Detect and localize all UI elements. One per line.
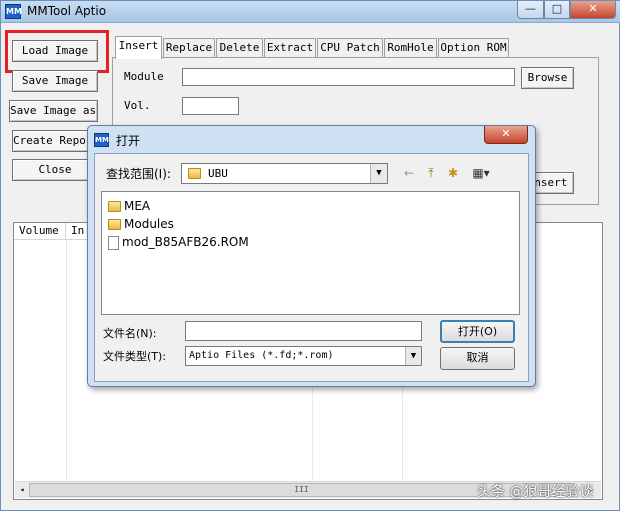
grid-line [66, 240, 67, 481]
folder-icon [108, 201, 121, 212]
file-name: mod_B85AFB26.ROM [122, 235, 249, 249]
tab-cpu-patch[interactable]: CPU Patch [317, 38, 383, 58]
list-item-file[interactable]: mod_B85AFB26.ROM [108, 233, 249, 251]
open-file-dialog: MM 打开 ✕ 查找范围(I): UBU ▼ ← ⤒ ✱ ▦▾ MEA Modu… [87, 125, 536, 387]
filetype-select[interactable]: Aptio Files (*.fd;*.rom) ▼ [185, 346, 422, 366]
volume-field[interactable] [182, 97, 239, 115]
chevron-down-icon[interactable]: ▼ [370, 164, 387, 183]
filename-label: 文件名(N): [103, 327, 157, 340]
load-image-button[interactable]: Load Image [12, 40, 98, 62]
tab-replace[interactable]: Replace [163, 38, 215, 58]
lookin-dropdown[interactable]: UBU ▼ [181, 163, 388, 184]
dialog-body: 查找范围(I): UBU ▼ ← ⤒ ✱ ▦▾ MEA Modules mod_… [94, 153, 529, 382]
folder-icon [108, 219, 121, 230]
vol-label: Vol. [124, 99, 151, 112]
main-window: MM MMTool Aptio — □ ✕ Load Image Save Im… [0, 0, 620, 511]
maximize-button[interactable]: □ [544, 1, 570, 19]
filetype-value: Aptio Files (*.fd;*.rom) [189, 350, 334, 361]
app-icon: MM [5, 4, 22, 19]
chevron-down-icon[interactable]: ▼ [405, 347, 421, 365]
dialog-close-button[interactable]: ✕ [484, 126, 528, 144]
tab-insert[interactable]: Insert [115, 36, 162, 59]
file-name: Modules [124, 217, 174, 231]
cancel-button[interactable]: 取消 [440, 347, 515, 370]
tab-romhole[interactable]: RomHole [384, 38, 437, 58]
list-item-folder[interactable]: MEA [108, 197, 150, 215]
open-button[interactable]: 打开(O) [440, 320, 515, 343]
window-title: MMTool Aptio [27, 4, 107, 18]
dialog-title: 打开 [116, 134, 141, 148]
tab-option-rom[interactable]: Option ROM [438, 38, 509, 58]
minimize-button[interactable]: — [517, 1, 544, 19]
back-icon[interactable]: ← [400, 165, 418, 181]
close-window-button[interactable]: ✕ [570, 1, 616, 19]
close-button[interactable]: Close [12, 159, 98, 181]
lookin-value: UBU [208, 167, 228, 180]
filename-input[interactable] [185, 321, 422, 341]
tab-extract[interactable]: Extract [264, 38, 316, 58]
tab-delete[interactable]: Delete [216, 38, 263, 58]
new-folder-icon[interactable]: ✱ [444, 165, 462, 181]
view-menu-icon[interactable]: ▦▾ [467, 165, 495, 181]
column-header-volume[interactable]: Volume [14, 223, 66, 240]
file-icon [108, 235, 119, 250]
dialog-app-icon: MM [94, 133, 109, 147]
browse-button[interactable]: Browse [521, 67, 574, 89]
create-report-button[interactable]: Create Report [12, 130, 98, 152]
file-name: MEA [124, 199, 151, 213]
list-item-folder[interactable]: Modules [108, 215, 174, 233]
save-image-as-button[interactable]: Save Image as.. [9, 100, 98, 122]
lookin-label: 查找范围(I): [106, 167, 171, 181]
folder-icon [188, 168, 201, 179]
scroll-left-icon[interactable]: ◂ [16, 484, 28, 496]
up-folder-icon[interactable]: ⤒ [422, 165, 440, 181]
save-image-button[interactable]: Save Image [12, 70, 98, 92]
watermark: 头条 @狼哥经验谈 [477, 484, 594, 500]
module-label: Module [124, 70, 164, 83]
title-bar[interactable]: MM MMTool Aptio — □ ✕ [1, 1, 620, 23]
module-path-field[interactable] [182, 68, 515, 86]
filetype-label: 文件类型(T): [103, 350, 167, 363]
file-list[interactable]: MEA Modules mod_B85AFB26.ROM [101, 191, 520, 315]
